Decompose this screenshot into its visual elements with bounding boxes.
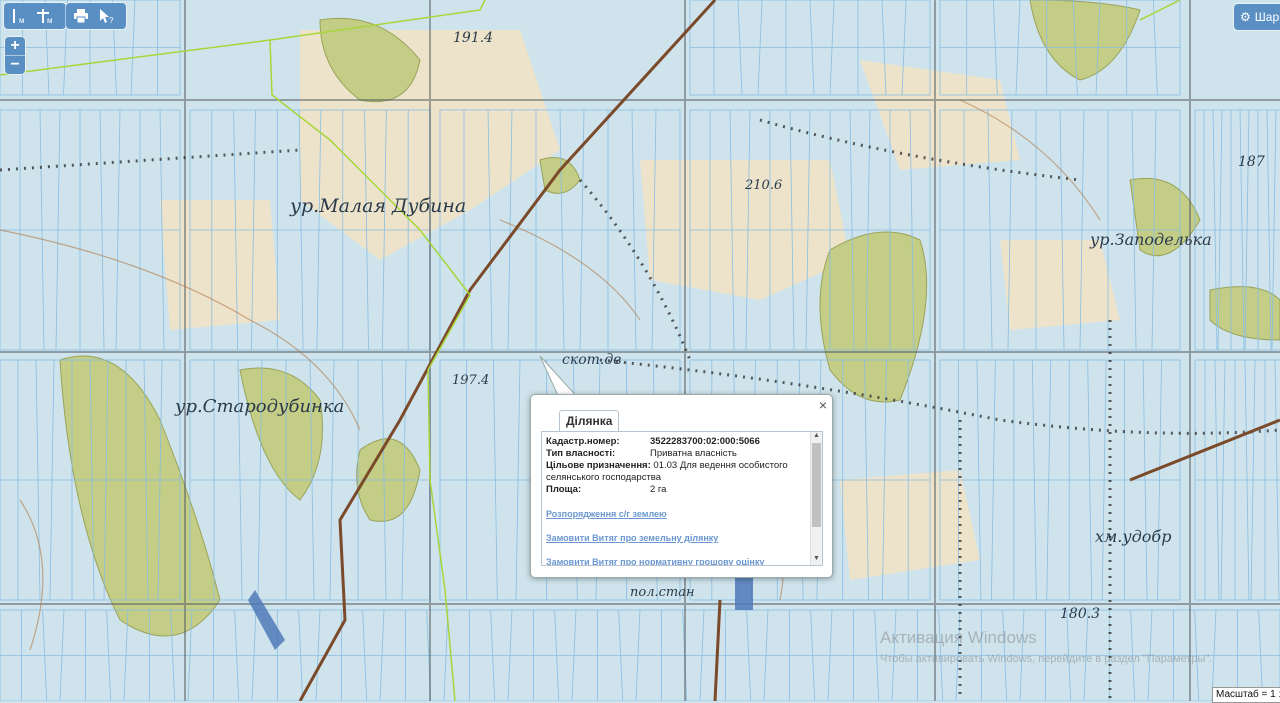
scroll-up-icon[interactable]: ▲ [811, 432, 822, 442]
elevation-label: 187 [1238, 154, 1265, 170]
info-key: Тип власності: [546, 448, 616, 459]
place-label: хм.удобр [1095, 527, 1172, 546]
ownership-type: Приватна власність [650, 448, 737, 459]
road-label: скот.дв [562, 352, 622, 368]
info-key: Площа: [546, 484, 582, 495]
zoom-in-button[interactable]: + [5, 37, 25, 56]
printer-icon [74, 9, 88, 23]
scroll-down-icon[interactable]: ▼ [811, 555, 822, 565]
zoom-out-button[interactable]: − [5, 56, 25, 74]
parcel-info: Кадастр.номер: 3522283700:02:000:5066 Ти… [546, 436, 808, 565]
place-label: ур.Заподелька [1090, 230, 1212, 249]
parcel-popup: × Ділянка Кадастр.номер: 3522283700:02:0… [530, 394, 833, 578]
tools-toolbar: ? [66, 3, 126, 29]
elevation-label: 191.4 [453, 30, 494, 46]
elevation-label: 180.3 [1060, 606, 1101, 622]
info-row-cadastral: Кадастр.номер: 3522283700:02:000:5066 [546, 436, 808, 448]
zoom-control: + − [5, 37, 25, 74]
place-label: ур.Стародубинка [175, 396, 345, 417]
order-parcel-extract-link[interactable]: Замовити Витяг про земельну ділянку [546, 532, 808, 544]
road-label: пол.стан [630, 585, 695, 600]
order-valuation-extract-link[interactable]: Замовити Витяг про нормативну грошову оц… [546, 556, 808, 565]
measure-line-button[interactable]: м [7, 5, 31, 27]
scroll-thumb[interactable] [812, 443, 821, 527]
elevation-label: 210.6 [745, 178, 783, 193]
svg-text:?: ? [109, 16, 114, 24]
activation-watermark-text: Чтобы активировать Windows, перейдите в … [880, 653, 1213, 665]
cadastral-number: 3522283700:02:000:5066 [650, 436, 760, 447]
purpose-text: Цільове призначення: 01.03 Для ведення о… [546, 460, 808, 484]
place-label: ур.Малая Дубина [290, 195, 467, 217]
popup-tab[interactable]: Ділянка [559, 410, 620, 431]
svg-text:м: м [47, 16, 53, 25]
measure-area-button[interactable]: м [33, 5, 57, 27]
info-row-purpose: Цільове призначення: 01.03 Для ведення о… [546, 460, 808, 484]
close-icon[interactable]: × [819, 397, 827, 413]
info-row-area: Площа: 2 га [546, 484, 808, 496]
layers-button[interactable]: ⚙ Шари [1234, 4, 1280, 30]
popup-body: Кадастр.номер: 3522283700:02:000:5066 Ти… [541, 431, 823, 566]
info-key: Кадастр.номер: [546, 436, 620, 447]
activation-watermark-title: Активация Windows [880, 628, 1037, 647]
popup-scrollbar[interactable]: ▲ ▼ [810, 432, 822, 565]
info-key: Цільове призначення: [546, 460, 651, 471]
print-button[interactable] [69, 5, 93, 27]
land-disposal-link[interactable]: Розпорядження с/г землею [546, 508, 808, 520]
elevation-label: 197.4 [452, 373, 490, 388]
measure-toolbar: м м [4, 3, 66, 29]
info-row-ownership: Тип власності: Приватна власність [546, 448, 808, 460]
ruler-area-icon: м [37, 9, 53, 25]
cursor-help-icon: ? [100, 9, 114, 24]
svg-text:м: м [19, 16, 25, 25]
identify-button[interactable]: ? [95, 5, 119, 27]
ruler-line-icon: м [13, 9, 25, 25]
gear-icon: ⚙ [1240, 10, 1251, 24]
layers-button-label: Шари [1254, 10, 1280, 24]
parcel-area: 2 га [650, 484, 667, 495]
